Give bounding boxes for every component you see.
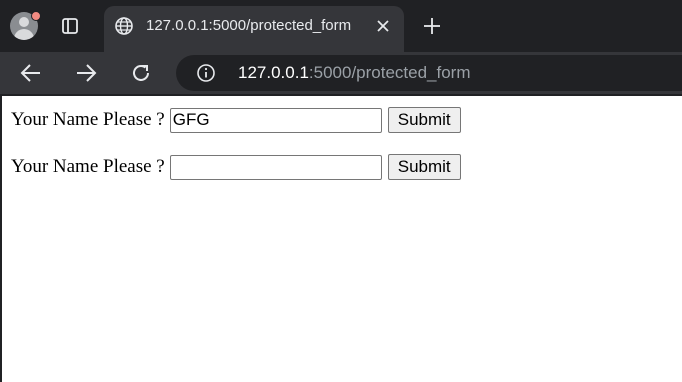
submit-button[interactable]: Submit	[387, 154, 461, 180]
forward-arrow-icon[interactable]	[73, 60, 99, 86]
name-input[interactable]	[169, 107, 382, 133]
address-bar[interactable]: 127.0.0.1:5000/protected_form	[176, 55, 682, 91]
name-form: Your Name Please ? Submit	[11, 107, 461, 133]
notification-dot	[31, 11, 41, 21]
new-tab-icon[interactable]	[420, 14, 444, 38]
reload-icon[interactable]	[128, 60, 154, 86]
url-path: :5000/protected_form	[308, 63, 471, 82]
browser-toolbar: 127.0.0.1:5000/protected_form	[0, 52, 682, 94]
tab-search-icon[interactable]	[58, 14, 82, 38]
tab-title: 127.0.0.1:5000/protected_form	[146, 17, 352, 34]
url-text: 127.0.0.1:5000/protected_form	[238, 63, 471, 83]
globe-icon	[115, 17, 133, 35]
page-content: Your Name Please ? Submit Your Name Plea…	[2, 96, 682, 382]
submit-button[interactable]: Submit	[387, 107, 461, 133]
site-info-icon[interactable]	[196, 63, 216, 83]
tab-strip: 127.0.0.1:5000/protected_form	[0, 0, 682, 52]
name-label: Your Name Please ?	[11, 156, 165, 177]
back-arrow-icon[interactable]	[18, 60, 44, 86]
close-tab-icon[interactable]	[374, 17, 392, 35]
active-tab[interactable]: 127.0.0.1:5000/protected_form	[104, 6, 404, 52]
name-label: Your Name Please ?	[11, 109, 165, 130]
name-form: Your Name Please ? Submit	[11, 154, 461, 180]
url-host: 127.0.0.1	[238, 63, 309, 82]
name-input[interactable]	[169, 154, 382, 180]
